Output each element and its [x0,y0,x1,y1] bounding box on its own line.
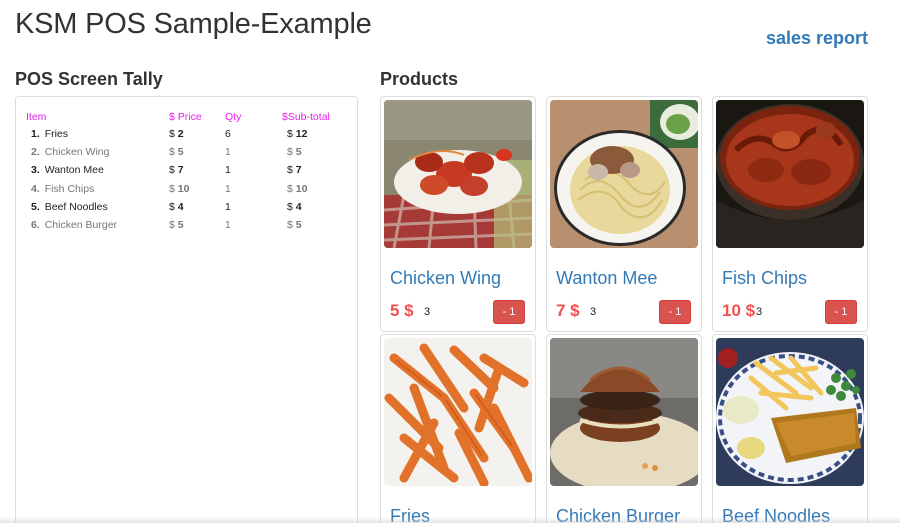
row-index: 4. [31,182,40,195]
row-index: 3. [31,164,40,177]
decrement-button[interactable]: - 1 [493,300,525,324]
row-index: 2. [31,146,40,159]
chicken-burger-image[interactable] [550,338,698,486]
product-card-fish-chips[interactable]: Fish Chips 10 $ 3 - 1 [712,96,868,332]
product-card-fries[interactable]: Fries [380,334,536,523]
page-bottom-edge [0,517,900,523]
row-subtotal: 7 [295,164,302,177]
sales-report-link[interactable]: sales report [766,28,868,49]
row-item-name: Wanton Mee [44,164,104,177]
currency-symbol: $ [287,128,293,141]
app-title: KSM POS Sample-Example [15,8,372,40]
row-subtotal: 12 [295,128,308,141]
row-index: 1. [31,128,40,141]
row-item-name: Beef Noodles [44,200,108,213]
wanton-mee-image[interactable] [550,100,698,248]
row-index: 6. [31,219,40,232]
product-price: 10 $ [722,301,756,320]
row-index: 5. [31,200,40,213]
chicken-wing-image[interactable] [384,100,532,248]
tally-heading: POS Screen Tally [15,69,163,89]
product-name[interactable]: Chicken Wing [390,268,501,289]
row-subtotal: 4 [295,200,302,213]
decrement-button[interactable]: - 1 [825,300,857,324]
price-row: 7 $ 3 - 1 [556,299,696,325]
currency-symbol: $ [287,219,293,232]
row-subtotal: 5 [295,146,302,159]
row-item-name: Fries [44,128,69,141]
row-price: 5 [177,146,184,159]
currency-symbol: $ [169,128,175,141]
row-qty: 1 [225,146,231,159]
currency-symbol: $ [287,146,293,159]
row-price: 10 [177,182,190,195]
currency-symbol: $ [169,182,175,195]
tally-table: Item $ Price Qty $Sub-total 1. Fries $ 2… [26,109,346,234]
currency-symbol: $ [169,200,175,213]
row-price: 7 [177,164,184,177]
row-qty: 1 [225,182,231,195]
beef-noodles-image[interactable] [716,338,864,486]
product-qty: 3 [590,306,597,318]
row-qty: 6 [225,128,231,141]
product-card-chicken-burger[interactable]: Chicken Burger [546,334,702,523]
table-row: 5. Beef Noodles $ 4 1 $ 4 [26,198,346,216]
currency-symbol: $ [169,164,175,177]
currency-symbol: $ [169,219,175,232]
row-qty: 1 [225,164,231,177]
row-qty: 1 [225,200,231,213]
table-row: 1. Fries $ 2 6 $ 12 [26,125,346,143]
table-row: 4. Fish Chips $ 10 1 $ 10 [26,180,346,198]
currency-symbol: $ [287,200,293,213]
product-card-chicken-wing[interactable]: Chicken Wing 5 $ 3 - 1 [380,96,536,332]
decrement-button[interactable]: - 1 [659,300,691,324]
col-subtotal-header: $Sub-total [282,111,330,123]
row-subtotal: 10 [295,182,308,195]
col-item-header: Item [26,111,47,123]
fries-image[interactable] [384,338,532,486]
row-price: 2 [177,128,184,141]
currency-symbol: $ [287,164,293,177]
tally-panel: Item $ Price Qty $Sub-total 1. Fries $ 2… [15,96,358,523]
price-row: 10 $ 3 - 1 [722,299,862,325]
product-card-wanton-mee[interactable]: Wanton Mee 7 $ 3 - 1 [546,96,702,332]
products-heading: Products [380,69,459,89]
product-qty: 3 [756,306,763,318]
row-item-name: Chicken Wing [44,146,110,159]
product-price: 7 $ [556,301,580,320]
price-row: 5 $ 3 - 1 [390,299,530,325]
row-subtotal: 5 [295,219,302,232]
row-price: 4 [177,200,184,213]
row-item-name: Fish Chips [44,182,95,195]
row-qty: 1 [225,219,231,232]
currency-symbol: $ [169,146,175,159]
col-qty-header: Qty [225,111,242,123]
product-name[interactable]: Fish Chips [722,268,807,289]
table-row: 3. Wanton Mee $ 7 1 $ 7 [26,161,346,179]
product-qty: 3 [424,306,431,318]
col-price-header: $ Price [169,111,202,123]
product-card-beef-noodles[interactable]: Beef Noodles [712,334,868,523]
table-row: 2. Chicken Wing $ 5 1 $ 5 [26,143,346,161]
table-row: 6. Chicken Burger $ 5 1 $ 5 [26,216,346,234]
row-price: 5 [177,219,184,232]
tally-header-row: Item $ Price Qty $Sub-total [26,109,346,125]
product-name[interactable]: Wanton Mee [556,268,657,289]
currency-symbol: $ [287,182,293,195]
row-item-name: Chicken Burger [44,219,118,232]
product-price: 5 $ [390,301,414,320]
fish-chips-image[interactable] [716,100,864,248]
